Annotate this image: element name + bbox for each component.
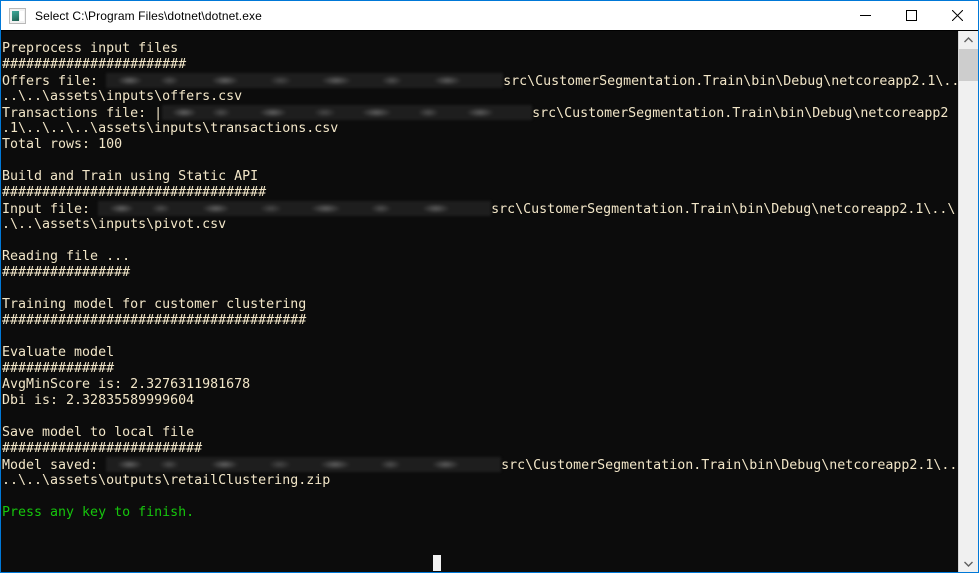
maximize-icon [905, 10, 917, 21]
window-controls [842, 1, 978, 30]
title-bar[interactable]: Select C:\Program Files\dotnet\dotnet.ex… [1, 1, 978, 31]
console-line: ################ [2, 265, 131, 280]
console-line-prefix: Input file: [2, 202, 99, 217]
console-line: ####################### [2, 57, 187, 72]
console-line: Preprocess input files [2, 41, 179, 56]
console-line-suffix: src\CustomerSegmentation.Train\bin\Debug… [491, 202, 964, 217]
scrollbar-thumb[interactable] [959, 49, 978, 81]
scroll-up-button[interactable] [959, 31, 978, 49]
console-line: ###################################### [2, 313, 307, 328]
console-window: Select C:\Program Files\dotnet\dotnet.ex… [0, 0, 979, 573]
console-line: Dbi is: 2.32835589999604 [2, 393, 195, 408]
scrollbar-track[interactable] [959, 49, 978, 555]
scroll-down-button[interactable] [959, 555, 978, 572]
console-line: Transactions file: | src\CustomerSegmenta… [2, 105, 959, 121]
console-line: ############## [2, 361, 115, 376]
console-line: Reading file ... [2, 249, 131, 264]
chevron-up-icon [964, 37, 973, 43]
redacted-path-segment [162, 105, 533, 120]
redacted-path-segment [106, 73, 504, 88]
text-cursor [433, 555, 441, 571]
console-line: Training model for customer clustering [2, 297, 307, 312]
console-line-prefix: Transactions file: | [2, 106, 163, 121]
chevron-down-icon [964, 561, 973, 567]
console-line: .1\..\..\..\assets\inputs\transactions.c… [2, 121, 339, 136]
console-line: ..\..\assets\inputs\offers.csv [2, 89, 243, 104]
console-line-suffix: src\CustomerSegmentation.Train\bin\Debug… [501, 458, 966, 473]
maximize-button[interactable] [888, 1, 934, 30]
console-line: Input file: src\CustomerSegmentation.Tra… [2, 201, 963, 217]
window-title: Select C:\Program Files\dotnet\dotnet.ex… [35, 9, 262, 23]
minimize-button[interactable] [842, 1, 888, 30]
vertical-scrollbar[interactable] [958, 31, 978, 572]
close-icon [951, 10, 963, 21]
console-line-prefix: Model saved: [2, 458, 107, 473]
console-line: Save model to local file [2, 425, 195, 440]
console-line: Total rows: 100 [2, 137, 123, 152]
console-line: Evaluate model [2, 345, 115, 360]
redacted-path-segment [106, 457, 502, 472]
console-line-suffix: src\CustomerSegmentation.Train\bin\Debug… [532, 106, 949, 121]
console-line: ######################### [2, 441, 203, 456]
console-line: Build and Train using Static API [2, 169, 259, 184]
console-text: Preprocess input files ##################… [1, 41, 967, 521]
console-line-suffix: src\CustomerSegmentation.Train\bin\Debug… [503, 74, 968, 89]
console-line: ################################# [2, 185, 267, 200]
close-button[interactable] [934, 1, 978, 30]
console-line: Offers file: src\CustomerSegmentation.Tr… [2, 73, 967, 89]
console-line-prefix: Offers file: [2, 74, 107, 89]
redacted-path-segment [98, 201, 492, 216]
console-line: .\..\assets\inputs\pivot.csv [2, 217, 227, 232]
console-line: Model saved: src\CustomerSegmentation.Tr… [2, 457, 965, 473]
console-app-icon [9, 8, 26, 24]
console-line: AvgMinScore is: 2.3276311981678 [2, 377, 251, 392]
console-output-area[interactable]: Preprocess input files ##################… [1, 31, 978, 572]
minimize-icon [859, 15, 871, 16]
console-line: Press any key to finish. [2, 505, 195, 520]
console-line: ..\..\assets\outputs\retailClustering.zi… [2, 473, 331, 488]
